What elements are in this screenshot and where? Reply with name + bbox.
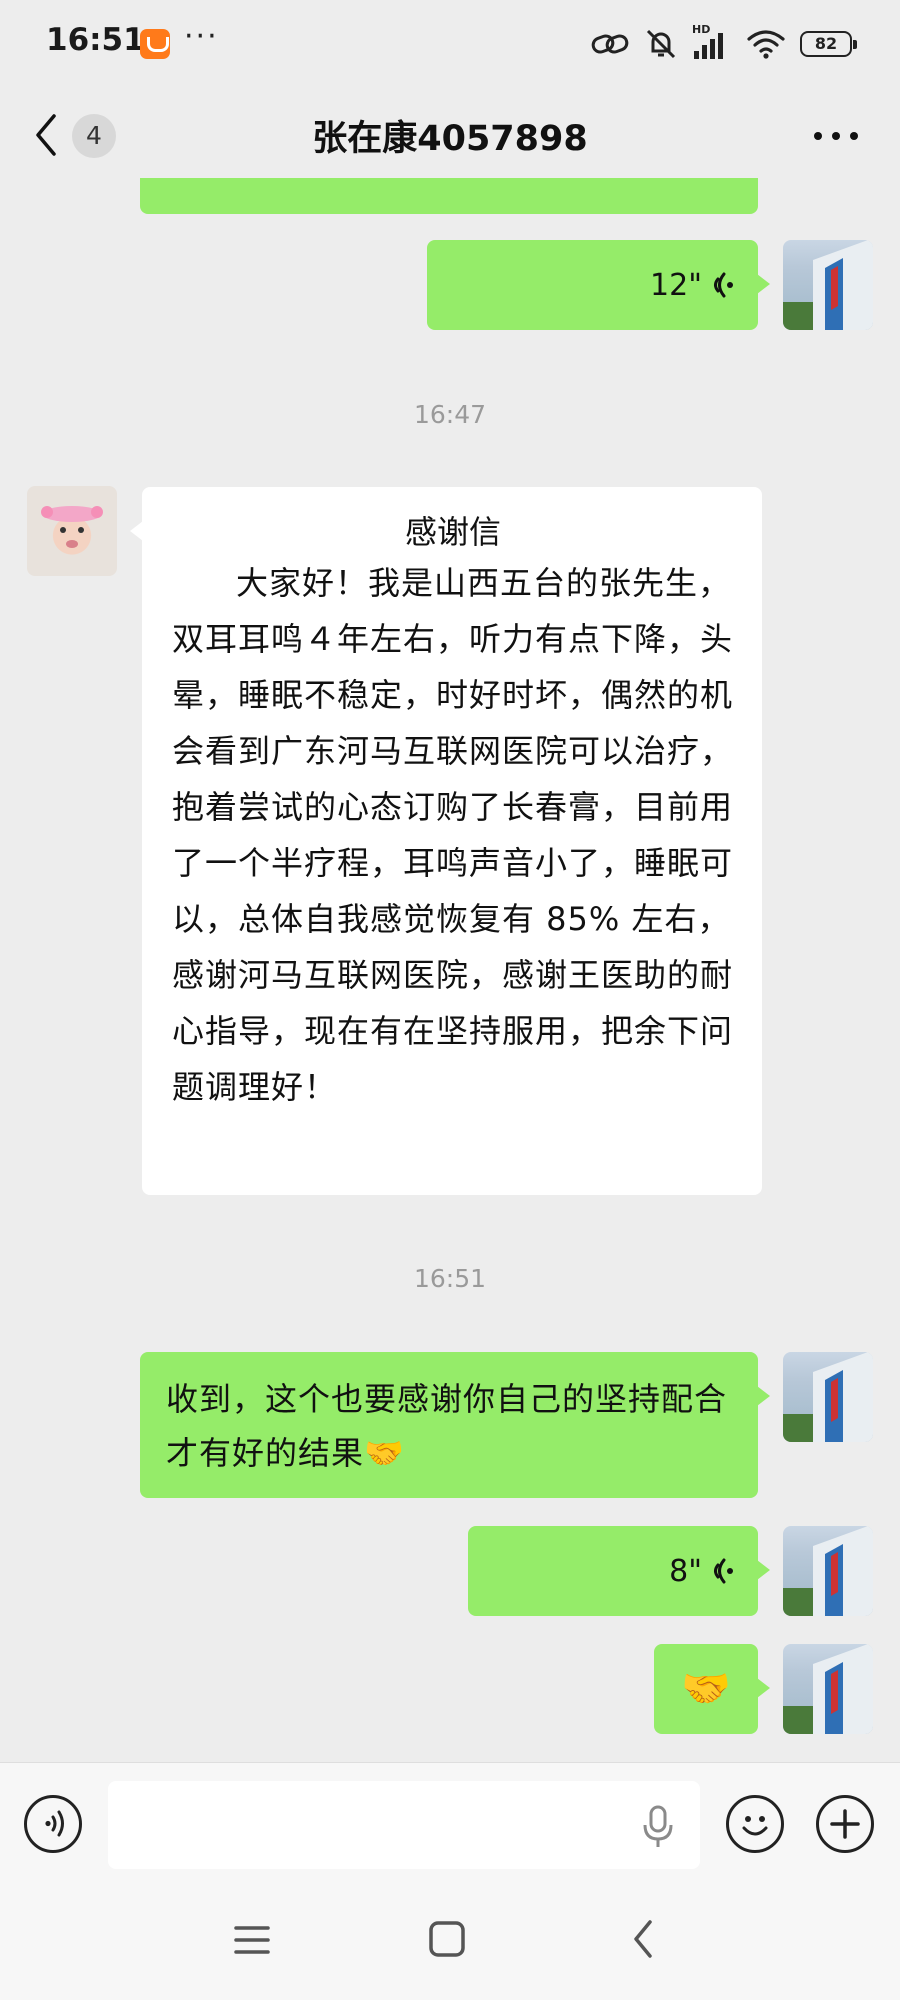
message-timestamp: 16:51 bbox=[413, 1264, 487, 1293]
voice-message-bubble[interactable]: 12" bbox=[427, 240, 770, 330]
voice-duration: 12" bbox=[650, 267, 702, 303]
contact-avatar[interactable] bbox=[27, 486, 117, 576]
chat-header: 4 张在康4057898 bbox=[0, 88, 900, 184]
app-notification-icon bbox=[140, 29, 170, 59]
battery-icon: 82 bbox=[800, 31, 857, 57]
voice-wave-icon bbox=[714, 272, 733, 298]
emoji-message-bubble[interactable]: 🤝 bbox=[654, 1644, 770, 1734]
message-input[interactable] bbox=[108, 1781, 700, 1869]
plus-icon[interactable] bbox=[816, 1795, 874, 1853]
my-avatar[interactable] bbox=[783, 1352, 873, 1442]
partial-message-bubble[interactable] bbox=[140, 178, 758, 214]
menu-icon[interactable] bbox=[232, 1922, 272, 1958]
letter-body: 大家好！我是山西五台的张先生，双耳耳鸣４年左右，听力有点下降，头晕，睡眠不稳定，… bbox=[172, 564, 734, 1106]
unread-count-badge[interactable]: 4 bbox=[72, 114, 116, 158]
chat-title: 张在康4057898 bbox=[312, 119, 588, 159]
status-icons: HD 82 bbox=[590, 23, 857, 64]
more-dots-icon[interactable] bbox=[806, 114, 866, 158]
message-timestamp: 16:47 bbox=[413, 400, 487, 429]
my-avatar[interactable] bbox=[783, 240, 873, 330]
microphone-icon[interactable] bbox=[640, 1803, 676, 1851]
signal-icon: HD bbox=[692, 23, 732, 61]
system-back-icon[interactable] bbox=[628, 1918, 658, 1960]
link-icon bbox=[591, 34, 629, 54]
received-letter-bubble[interactable]: 感谢信 大家好！我是山西五台的张先生，双耳耳鸣４年左右，听力有点下降，头晕，睡眠… bbox=[130, 487, 762, 1195]
my-avatar[interactable] bbox=[783, 1644, 873, 1734]
input-bar bbox=[0, 1762, 900, 1883]
status-bar: 16:51 ··· HD 82 bbox=[0, 0, 900, 88]
home-square-icon[interactable] bbox=[428, 1920, 466, 1958]
wifi-icon bbox=[747, 30, 785, 59]
status-more: ··· bbox=[184, 19, 219, 54]
letter-title: 感谢信 bbox=[404, 513, 501, 551]
voice-message-bubble[interactable]: 8" bbox=[468, 1526, 770, 1616]
status-time: 16:51 bbox=[46, 22, 145, 58]
handshake-emoji: 🤝 bbox=[681, 1666, 731, 1712]
message-text: 收到，这个也要感谢你自己的坚持配合才有好的结果🤝 bbox=[166, 1380, 728, 1472]
my-avatar[interactable] bbox=[783, 1526, 873, 1616]
voice-mode-icon[interactable] bbox=[24, 1795, 82, 1853]
voice-wave-icon bbox=[714, 1558, 733, 1584]
mute-bell-icon bbox=[646, 29, 676, 59]
system-navigation-bar bbox=[0, 1882, 900, 2000]
voice-duration: 8" bbox=[669, 1553, 702, 1589]
back-chevron-icon[interactable] bbox=[30, 110, 60, 160]
sent-text-bubble[interactable]: 收到，这个也要感谢你自己的坚持配合才有好的结果🤝 bbox=[140, 1352, 770, 1498]
emoji-face-icon[interactable] bbox=[726, 1795, 784, 1853]
